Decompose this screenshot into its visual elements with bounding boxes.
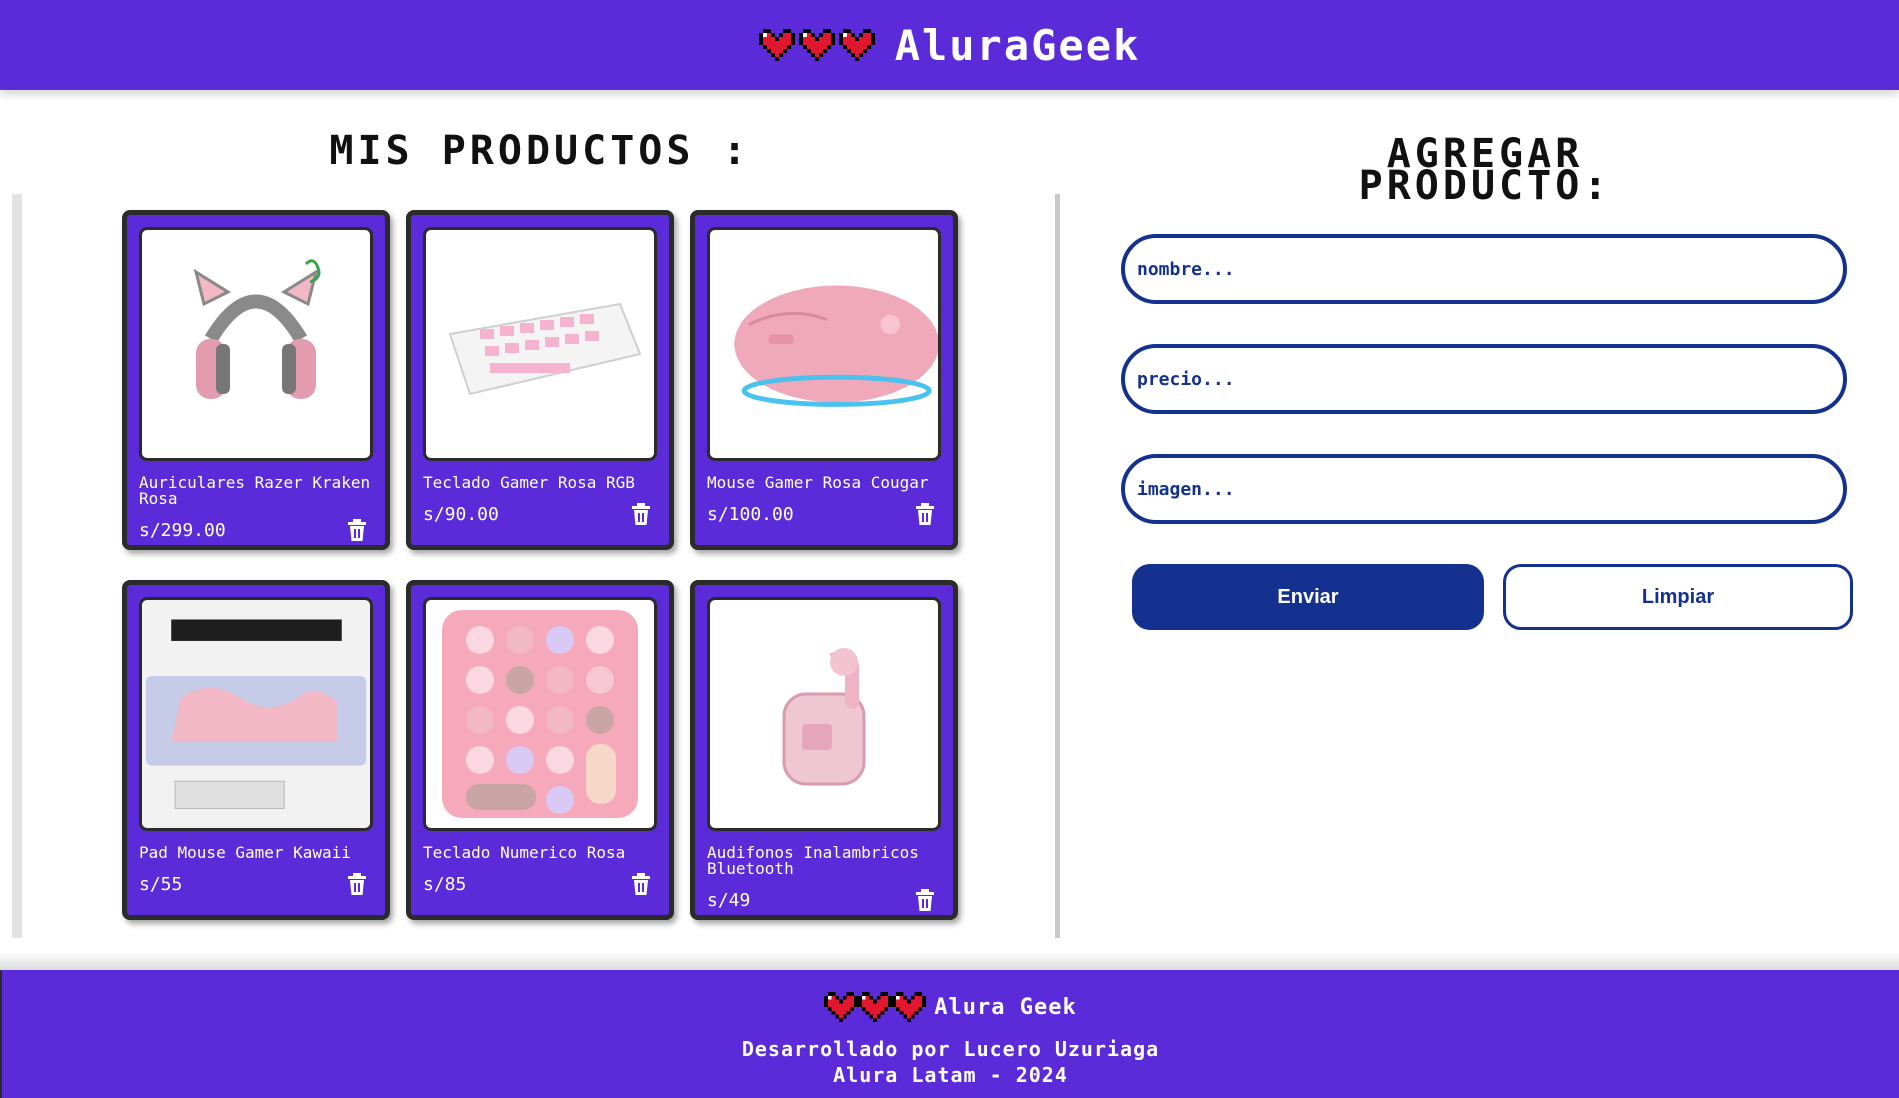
trash-icon[interactable]	[631, 873, 651, 895]
product-image	[139, 597, 373, 831]
trash-icon[interactable]	[347, 519, 367, 541]
form-title-line2: PRODUCTO:	[1358, 163, 1612, 209]
clear-button[interactable]: Limpiar	[1503, 564, 1853, 630]
product-image	[139, 227, 373, 461]
product-price: s/90.00	[423, 503, 499, 525]
footer-brand: Alura Geek	[934, 994, 1077, 1020]
image-field[interactable]	[1121, 454, 1847, 524]
product-name: Teclado Gamer Rosa RGB	[423, 473, 635, 492]
product-image	[423, 597, 657, 831]
product-price: s/49	[707, 889, 751, 911]
product-image	[707, 227, 941, 461]
trash-icon[interactable]	[915, 889, 935, 911]
image-input[interactable]	[1137, 478, 1843, 500]
footer-credit: Desarrollado por Lucero Uzuriaga	[741, 1037, 1160, 1061]
send-button[interactable]: Enviar	[1132, 564, 1484, 630]
product-image	[423, 227, 657, 461]
site-header: AluraGeek	[0, 0, 1899, 90]
product-price: s/299.00	[139, 519, 226, 541]
heart-icon	[838, 29, 875, 61]
site-footer: Alura Geek Desarrollado por Lucero Uzuri…	[0, 970, 1899, 1098]
product-price: s/100.00	[707, 503, 794, 525]
product-card: Mouse Gamer Rosa Cougar s/100.00	[690, 210, 958, 550]
product-card: Audifonos Inalambricos Bluetooth s/49	[690, 580, 958, 920]
heart-icon	[758, 29, 795, 61]
product-card: Teclado Gamer Rosa RGB s/90.00	[406, 210, 674, 550]
heart-icon	[858, 992, 893, 1022]
price-field[interactable]	[1121, 344, 1847, 414]
trash-icon[interactable]	[347, 873, 367, 895]
product-name: Pad Mouse Gamer Kawaii	[139, 843, 351, 862]
brand-title[interactable]: AluraGeek	[895, 21, 1141, 70]
product-card: Auriculares Razer Kraken Rosa s/299.00	[122, 210, 390, 550]
heart-icon	[824, 992, 859, 1022]
name-field[interactable]	[1121, 234, 1847, 304]
logo-hearts	[758, 29, 875, 61]
product-card: Teclado Numerico Rosa s/85	[406, 580, 674, 920]
product-card: Pad Mouse Gamer Kawaii s/55	[122, 580, 390, 920]
product-image	[707, 597, 941, 831]
name-input[interactable]	[1137, 258, 1843, 280]
products-title: MIS PRODUCTOS :	[329, 128, 751, 174]
footer-copyright: Alura Latam - 2024	[833, 1063, 1068, 1087]
price-input[interactable]	[1137, 368, 1843, 390]
product-price: s/85	[423, 873, 467, 895]
footer-brand-row: Alura Geek	[824, 992, 1076, 1022]
products-grid: Auriculares Razer Kraken Rosa s/299.00 T…	[122, 210, 958, 920]
heart-icon	[798, 29, 835, 61]
trash-icon[interactable]	[915, 503, 935, 525]
trash-icon[interactable]	[631, 503, 651, 525]
product-name: Teclado Numerico Rosa	[423, 843, 626, 862]
footer-divider	[0, 952, 1899, 972]
heart-icon	[892, 992, 927, 1022]
form-title: AGREGAR PRODUCTO:	[1080, 134, 1890, 209]
product-name: Auriculares Razer Kraken Rosa	[139, 473, 371, 508]
product-price: s/55	[139, 873, 183, 895]
product-name: Audifonos Inalambricos Bluetooth	[707, 843, 919, 878]
product-name: Mouse Gamer Rosa Cougar	[707, 473, 929, 492]
